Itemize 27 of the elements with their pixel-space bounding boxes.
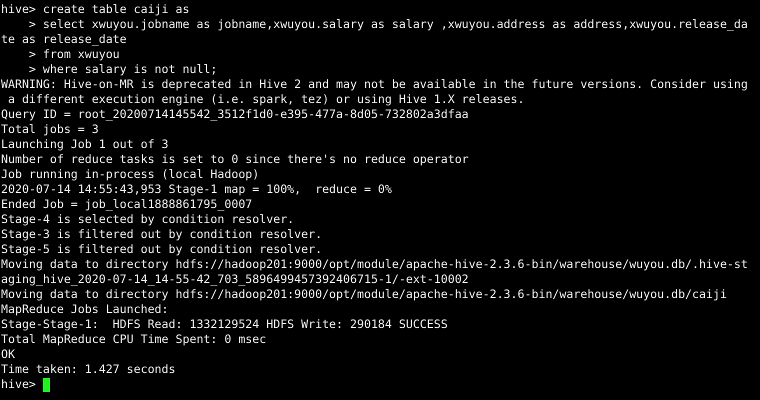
terminal-line: Time taken: 1.427 seconds bbox=[1, 362, 176, 377]
terminal-line: OK bbox=[1, 347, 15, 362]
terminal-line: Query ID = root_20200714145542_3512f1d0-e395-477a-8d05-732802a3dfaa bbox=[1, 107, 469, 122]
terminal-line: Stage-3 is filtered out by condition resolver. bbox=[1, 227, 322, 242]
terminal-line: Launching Job 1 out of 3 bbox=[1, 137, 169, 152]
terminal-line: MapReduce Jobs Launched: bbox=[1, 302, 169, 317]
terminal-line: Moving data to directory hdfs://hadoop201:9000/opt/module/apache-hive-2.3.6-bin/warehouse/wuyou.db/caiji bbox=[1, 287, 727, 302]
terminal-line: Total MapReduce CPU Time Spent: 0 msec bbox=[1, 332, 266, 347]
terminal-line: > from xwuyou bbox=[28, 47, 120, 62]
terminal-line: Ended Job = job_local1888861795_0007 bbox=[1, 197, 252, 212]
terminal-line: Number of reduce tasks is set to 0 since there's no reduce operator bbox=[1, 152, 469, 167]
terminal-line: aging_hive_2020-07-14_14-55-42_703_5896499457392406715-1/-ext-10002 bbox=[1, 272, 469, 287]
terminal-line: te as release_date bbox=[1, 32, 127, 47]
terminal-line: WARNING: Hive-on-MR is deprecated in Hive 2 and may not be available in the future versions. Consider using bbox=[1, 77, 748, 92]
terminal-line: Stage-4 is selected by condition resolver. bbox=[1, 212, 294, 227]
terminal-line: Moving data to directory hdfs://hadoop201:9000/opt/module/apache-hive-2.3.6-bin/warehouse/wuyou.db/.hive-st bbox=[1, 257, 748, 272]
terminal-line: Total jobs = 3 bbox=[1, 122, 99, 137]
terminal-line: > select xwuyou.jobname as jobname,xwuyou.salary as salary ,xwuyou.address as address,xwuyou.release_da bbox=[28, 17, 748, 32]
terminal-line: > where salary is not null; bbox=[28, 62, 218, 77]
terminal-line: Job running in-process (local Hadoop) bbox=[1, 167, 260, 182]
terminal-line: Stage-5 is filtered out by condition resolver. bbox=[1, 242, 322, 257]
terminal-line: a different execution engine (i.e. spark, tez) or using Hive 1.X releases. bbox=[6, 92, 525, 107]
terminal-line: Stage-Stage-1: HDFS Read: 1332129524 HDFS Write: 290184 SUCCESS bbox=[1, 317, 448, 332]
terminal-line: 2020-07-14 14:55:43,953 Stage-1 map = 100%, reduce = 0% bbox=[1, 182, 392, 197]
shell-prompt: hive> bbox=[1, 377, 36, 392]
cursor-icon bbox=[42, 378, 50, 392]
terminal-line: hive> create table caiji as bbox=[1, 2, 190, 17]
